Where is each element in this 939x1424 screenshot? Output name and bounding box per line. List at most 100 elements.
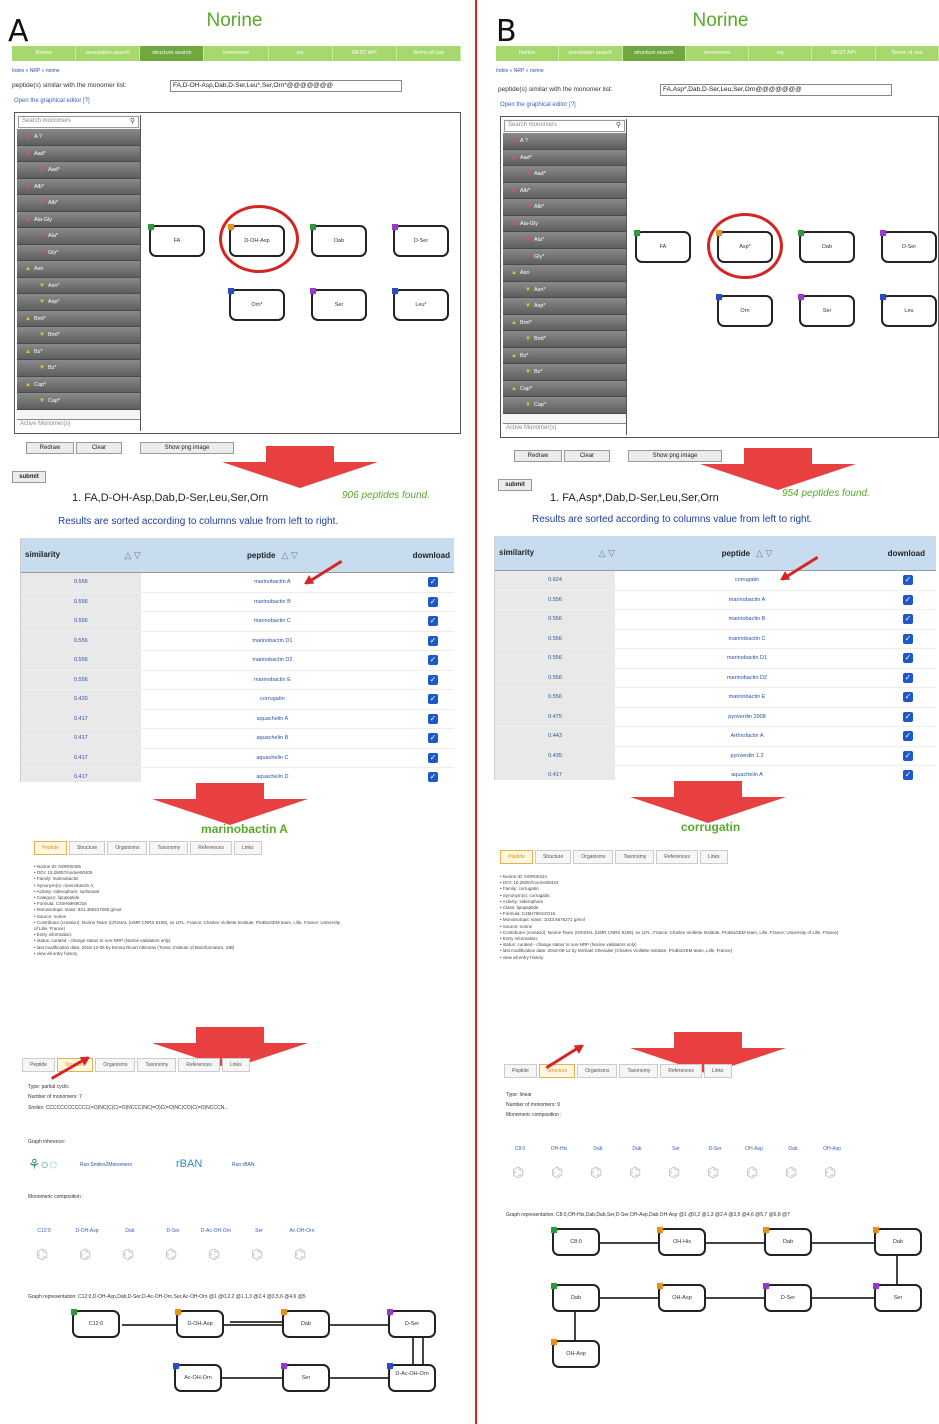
monomer-item[interactable]: ▼ Cap* <box>17 393 140 410</box>
peptide-link[interactable]: marinobactin D2 <box>615 675 879 681</box>
monomer-link[interactable]: D-Ser <box>153 1228 193 1234</box>
show-png-button[interactable]: Show png image <box>140 442 234 454</box>
run-smiles2monomers-link[interactable]: Run Smiles2Monomers <box>80 1162 132 1168</box>
tab-structure[interactable]: Structure <box>68 841 106 855</box>
breadcrumb[interactable]: Index » NRP » norine <box>496 68 544 74</box>
monomer-item[interactable]: ▼ Bmt* <box>503 331 626 348</box>
search-monomers-input[interactable]: Search monomers ⚲ <box>18 116 139 128</box>
peptide-link[interactable]: Arthrofactin A <box>615 733 879 739</box>
download-checkbox[interactable]: ✓ <box>903 633 913 644</box>
submit-button[interactable]: submit <box>498 479 532 491</box>
graph-node[interactable]: D-Ser <box>387 1309 436 1338</box>
peptide-link[interactable]: marinobactin B <box>615 616 879 622</box>
redraw-button[interactable]: Redraw <box>514 450 562 462</box>
peptide-link[interactable]: marinobactin C <box>615 636 879 642</box>
monomer-group[interactable]: ▲ Bz* <box>17 343 140 360</box>
graph-node[interactable]: Ser <box>310 288 367 321</box>
tab-references[interactable]: References <box>660 1064 702 1078</box>
monomer-item[interactable]: ▼ Gly* <box>503 248 626 265</box>
peptide-link[interactable]: marinobactin E <box>615 694 879 700</box>
monomer-group[interactable]: ▲ Ala-Gly <box>17 211 140 228</box>
col-similarity[interactable]: similarity <box>499 548 534 559</box>
graph-node[interactable]: D-Ser <box>392 224 449 257</box>
nav-item[interactable]: Terms of use <box>397 46 461 61</box>
monomer-group[interactable]: ▲ Asn <box>17 261 140 278</box>
tab-links[interactable]: Links <box>233 841 262 855</box>
nav-item[interactable]: REST API <box>812 46 876 61</box>
monomer-group[interactable]: ▲ Alb* <box>503 182 626 199</box>
graph-node[interactable]: OH-Asp <box>551 1339 600 1368</box>
graph-node[interactable]: Dab <box>763 1227 812 1256</box>
download-checkbox[interactable]: ✓ <box>903 575 913 586</box>
graph-node[interactable]: C12:0 <box>71 1309 120 1338</box>
download-checkbox[interactable]: ✓ <box>428 596 439 607</box>
nav-item[interactable]: my <box>749 46 813 61</box>
graph-node[interactable]: D-Ac-OH-Orn <box>387 1363 436 1392</box>
peptide-link[interactable]: marinobactin D2 <box>141 657 404 663</box>
col-similarity[interactable]: similarity <box>25 550 60 561</box>
monomer-link[interactable]: D-Ac-OH-Orn <box>196 1228 236 1234</box>
monomer-item[interactable]: ▼ Asp* <box>17 294 140 311</box>
monomer-link[interactable]: Dab <box>578 1146 618 1152</box>
nav-item-active[interactable]: structure search <box>622 46 686 61</box>
tab-links[interactable]: Links <box>703 1064 732 1078</box>
monomer-item[interactable]: ▼ Bz* <box>503 364 626 381</box>
clear-button[interactable]: Clear <box>76 442 122 454</box>
peptide-link[interactable]: pyoverdin 2908 <box>615 714 879 720</box>
graph-node[interactable]: OH-His <box>657 1227 706 1256</box>
nav-item[interactable]: my <box>269 46 333 61</box>
monomer-item[interactable]: ▼ Aad* <box>503 166 626 183</box>
graph-node[interactable]: D-Ser <box>880 230 937 263</box>
graph-node[interactable]: Ser <box>281 1363 330 1392</box>
monomer-link[interactable]: OH-His <box>539 1146 579 1152</box>
graph-editor[interactable]: Search monomers ⚲ ▲ A ? ▲ Aad* ▼ Aad* ▲ Alb* ▼ Alb… <box>500 116 939 438</box>
monomer-item[interactable]: ▼ Aad* <box>17 162 140 179</box>
download-checkbox[interactable]: ✓ <box>903 750 913 761</box>
monomer-item[interactable]: ▼ Ala* <box>503 232 626 249</box>
monomer-item[interactable]: ▼ Gly* <box>17 244 140 261</box>
nav-item[interactable]: annotation search <box>76 46 141 61</box>
monomer-group[interactable]: ▲ Bmt* <box>17 310 140 327</box>
nav-item[interactable]: REST API <box>333 46 397 61</box>
monomer-link[interactable]: C12:0 <box>24 1228 64 1234</box>
download-checkbox[interactable]: ✓ <box>428 635 439 646</box>
graph-node[interactable]: Leu <box>880 294 937 327</box>
monomer-list-input[interactable]: FA,D-OH-Asp,Dab,D-Ser,Leu*,Ser,Orn*@@@@@… <box>170 80 402 92</box>
tab-organisms[interactable]: Organisms <box>573 850 614 864</box>
sort-arrows-icon[interactable]: △ ▽ <box>281 550 297 560</box>
download-checkbox[interactable]: ✓ <box>903 614 913 625</box>
monomer-group[interactable]: ▲ Alb* <box>17 178 140 195</box>
monomer-link[interactable]: D-OH-Asp <box>67 1228 107 1234</box>
download-checkbox[interactable]: ✓ <box>903 692 913 703</box>
download-checkbox[interactable]: ✓ <box>428 733 439 744</box>
tab-peptide[interactable]: Peptide <box>34 841 67 855</box>
peptide-link[interactable]: marinobactin A <box>141 579 404 585</box>
monomer-item[interactable]: ▼ Asn* <box>17 277 140 294</box>
graph-node[interactable]: Dab <box>798 230 855 263</box>
monomer-group[interactable]: ▲ A ? <box>17 129 140 146</box>
peptide-link[interactable]: marinobactin D1 <box>141 638 404 644</box>
peptide-link[interactable]: marinobactin C <box>141 618 404 624</box>
monomer-item[interactable]: ▼ Cap* <box>503 397 626 414</box>
peptide-link[interactable]: marinobactin D1 <box>615 655 879 661</box>
download-checkbox[interactable]: ✓ <box>428 694 439 705</box>
col-peptide[interactable]: peptide <box>722 549 750 558</box>
graph-node[interactable]: D-OH-Asp <box>175 1309 224 1338</box>
graph-editor-link[interactable]: Open the graphical editor [?] <box>500 102 576 108</box>
graph-node[interactable]: Ser <box>798 294 855 327</box>
nav-item-active[interactable]: structure search <box>140 46 205 61</box>
graph-node[interactable]: Leu* <box>392 288 449 321</box>
monomer-group[interactable]: ▲ Asn <box>503 265 626 282</box>
tab-links[interactable]: Links <box>221 1058 250 1072</box>
peptide-link[interactable]: corrugatin <box>141 696 404 702</box>
tab-taxonomy[interactable]: Taxonomy <box>149 841 189 855</box>
peptide-link[interactable]: aquachelin D <box>141 774 404 780</box>
tab-links[interactable]: Links <box>699 850 728 864</box>
tab-structure[interactable]: Structure <box>534 850 572 864</box>
graph-node[interactable]: Orn* <box>228 288 285 321</box>
graph-node[interactable]: Orn <box>716 294 773 327</box>
monomer-item[interactable]: ▼ Bz* <box>17 360 140 377</box>
download-checkbox[interactable]: ✓ <box>428 577 439 588</box>
monomer-link[interactable]: Dab <box>110 1228 150 1234</box>
monomer-item[interactable]: ▼ Ala* <box>17 228 140 245</box>
